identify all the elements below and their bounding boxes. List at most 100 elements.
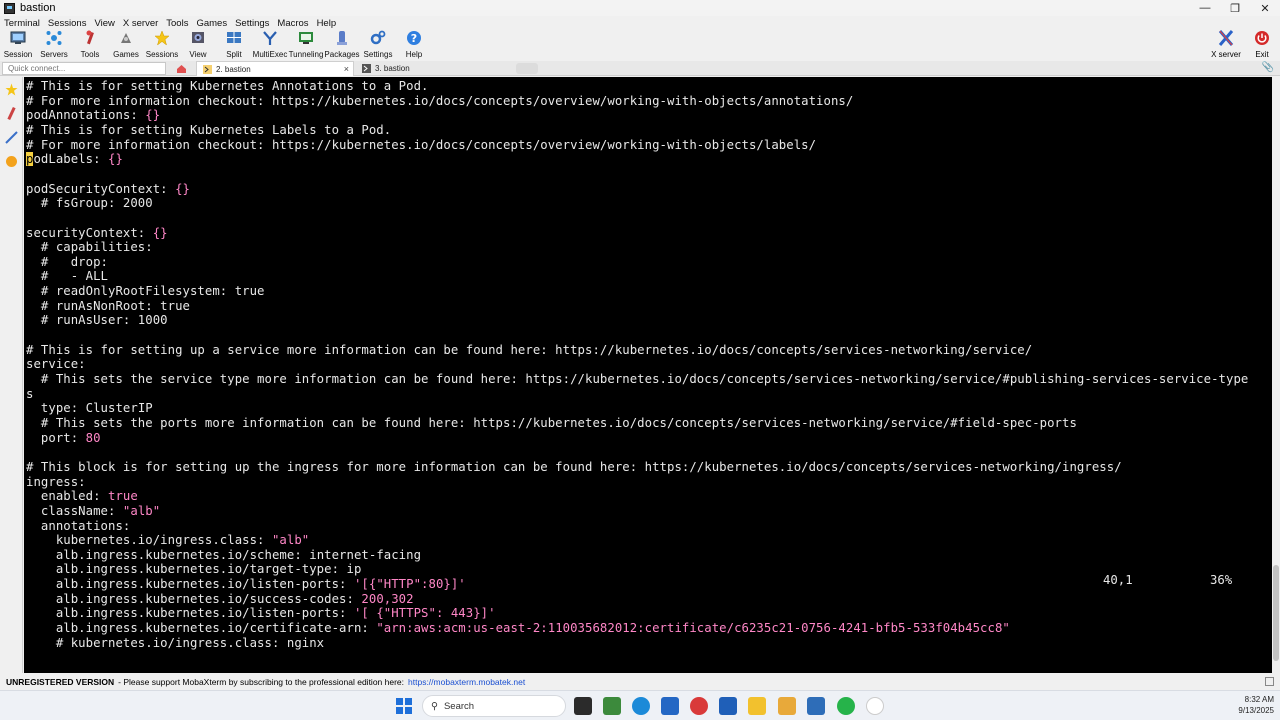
terminal-text: # This is for setting up a service more … <box>26 342 1033 357</box>
toolbar-view-button[interactable]: View <box>180 30 216 60</box>
terminal-line: podSecurityContext: {} <box>26 182 190 197</box>
terminal-line: # runAsNonRoot: true <box>26 299 190 314</box>
menu-settings[interactable]: Settings <box>231 18 273 29</box>
taskbar-mobaxterm-icon[interactable] <box>574 697 592 715</box>
new-tab-button[interactable] <box>516 63 538 74</box>
close-window-button[interactable]: ✕ <box>1250 0 1280 16</box>
terminal-line: s <box>26 387 33 402</box>
start-button[interactable] <box>396 698 412 714</box>
sidebar-sftp-icon[interactable] <box>0 149 23 173</box>
toolbar-packages-button[interactable]: Packages <box>324 30 360 60</box>
close-tab-icon[interactable]: × <box>344 64 349 74</box>
taskbar-search[interactable]: ⚲ Search <box>422 695 566 717</box>
terminal-text: enabled: <box>26 489 108 504</box>
tab-2-bastion[interactable]: 2. bastion × <box>196 61 354 76</box>
quick-connect-input[interactable] <box>2 62 166 75</box>
toolbar-help-button[interactable]: ? Help <box>396 30 432 60</box>
session-icon <box>9 30 27 46</box>
left-side-panel <box>0 77 23 673</box>
terminal-text: # This block is for setting up the ingre… <box>26 459 1122 474</box>
search-icon: ⚲ <box>431 700 438 712</box>
taskbar-store-icon[interactable] <box>719 697 737 715</box>
menu-games[interactable]: Games <box>192 18 231 29</box>
toolbar-session-button[interactable]: Session <box>0 30 36 60</box>
toolbar-settings-button[interactable]: Settings <box>360 30 396 60</box>
terminal-text: true <box>108 489 138 504</box>
terminal-line: # This sets the service type more inform… <box>26 372 1248 387</box>
system-clock[interactable]: 8:32 AM 9/13/2025 <box>1238 694 1274 716</box>
terminal-text: odLabels: <box>33 152 109 167</box>
toolbar-exit-button[interactable]: Exit <box>1242 30 1280 60</box>
terminal-text: # runAsNonRoot: true <box>26 298 190 313</box>
terminal-text: alb.ingress.kubernetes.io/success-codes: <box>26 591 362 606</box>
scrollbar-thumb[interactable] <box>1273 565 1279 661</box>
taskbar-whatsapp-icon[interactable] <box>837 697 855 715</box>
games-icon <box>117 30 135 46</box>
terminal-tab-icon <box>203 64 212 74</box>
x-server-icon <box>1217 30 1235 46</box>
terminal-text: alb.ingress.kubernetes.io/listen-ports: <box>26 606 354 621</box>
terminal-text: # - ALL <box>26 269 108 284</box>
terminal-text: # drop: <box>26 254 108 269</box>
terminal-text: {} <box>175 181 190 196</box>
taskbar-chrome-icon[interactable] <box>690 697 708 715</box>
taskbar-vscode-icon[interactable] <box>661 697 679 715</box>
terminal-text: type: <box>26 401 86 416</box>
menu-tools[interactable]: Tools <box>162 18 192 29</box>
toolbar-tunneling-button[interactable]: Tunneling <box>288 30 324 60</box>
home-tab[interactable] <box>170 61 192 76</box>
menu-sessions[interactable]: Sessions <box>44 18 91 29</box>
terminal-text: alb.ingress.kubernetes.io/scheme: <box>26 547 310 562</box>
menu-view[interactable]: View <box>90 18 118 29</box>
mobatek-link[interactable]: https://mobaxterm.mobatek.net <box>408 677 525 687</box>
sessions-star-icon <box>153 30 171 46</box>
toolbar-servers-button[interactable]: Servers <box>36 30 72 60</box>
terminal-text: "alb" <box>122 503 161 518</box>
terminal-view[interactable]: # This is for setting Kubernetes Annotat… <box>24 77 1272 673</box>
terminal-line: # This is for setting Kubernetes Labels … <box>26 123 391 138</box>
resize-corner-icon[interactable] <box>1265 677 1274 686</box>
taskbar-app-icon[interactable] <box>778 697 796 715</box>
clock-time: 8:32 AM <box>1244 695 1274 704</box>
menu-help[interactable]: Help <box>313 18 341 29</box>
main-toolbar: Session Servers Tools Games Sessions Vie… <box>0 30 1280 60</box>
toolbar-multiexec-button[interactable]: MultiExec <box>252 30 288 60</box>
maximize-button[interactable]: ❐ <box>1220 0 1250 16</box>
terminal-line: # readOnlyRootFilesystem: true <box>26 284 265 299</box>
sidebar-tools-icon[interactable] <box>0 101 23 125</box>
settings-icon <box>369 30 387 46</box>
sidebar-macros-icon[interactable] <box>0 125 23 149</box>
toolbar-tools-button[interactable]: Tools <box>72 30 108 60</box>
exit-label: Exit <box>1255 50 1269 59</box>
terminal-line: alb.ingress.kubernetes.io/listen-ports: … <box>26 577 466 592</box>
taskbar-notepad-icon[interactable] <box>603 697 621 715</box>
taskbar-calculator-icon[interactable] <box>807 697 825 715</box>
toolbar-games-button[interactable]: Games <box>108 30 144 60</box>
tab-3-bastion[interactable]: 3. bastion <box>356 61 512 76</box>
sidebar-sessions-star-icon[interactable] <box>0 77 23 101</box>
menu-x-server[interactable]: X server <box>119 18 162 29</box>
view-icon <box>189 30 207 46</box>
unregistered-message: - Please support MobaXterm by subscribin… <box>118 677 405 687</box>
taskbar-google-icon[interactable] <box>866 697 884 715</box>
taskbar-edge-icon[interactable] <box>632 697 650 715</box>
toolbar-x-server-button[interactable]: X server <box>1206 30 1246 60</box>
terminal-text: port: <box>26 430 86 445</box>
toolbar-split-button[interactable]: Split <box>216 30 252 60</box>
terminal-line: enabled: true <box>26 489 138 504</box>
window-controls: — ❐ ✕ <box>1190 0 1280 16</box>
attachment-icon[interactable]: 📎 <box>1262 62 1274 73</box>
windows-logo-icon <box>405 707 412 714</box>
terminal-text: # For more information checkout: https:/… <box>26 137 817 152</box>
menu-terminal[interactable]: Terminal <box>0 18 44 29</box>
packages-icon <box>333 30 351 46</box>
minimize-button[interactable]: — <box>1190 0 1220 16</box>
terminal-text: 80 <box>85 430 101 445</box>
terminal-scrollbar[interactable] <box>1272 77 1280 673</box>
menu-macros[interactable]: Macros <box>273 18 312 29</box>
terminal-line: # capabilities: <box>26 240 153 255</box>
toolbar-sessions-button[interactable]: Sessions <box>144 30 180 60</box>
terminal-text: podSecurityContext: <box>26 181 176 196</box>
taskbar-file-explorer-icon[interactable] <box>748 697 766 715</box>
power-icon <box>1253 30 1271 46</box>
